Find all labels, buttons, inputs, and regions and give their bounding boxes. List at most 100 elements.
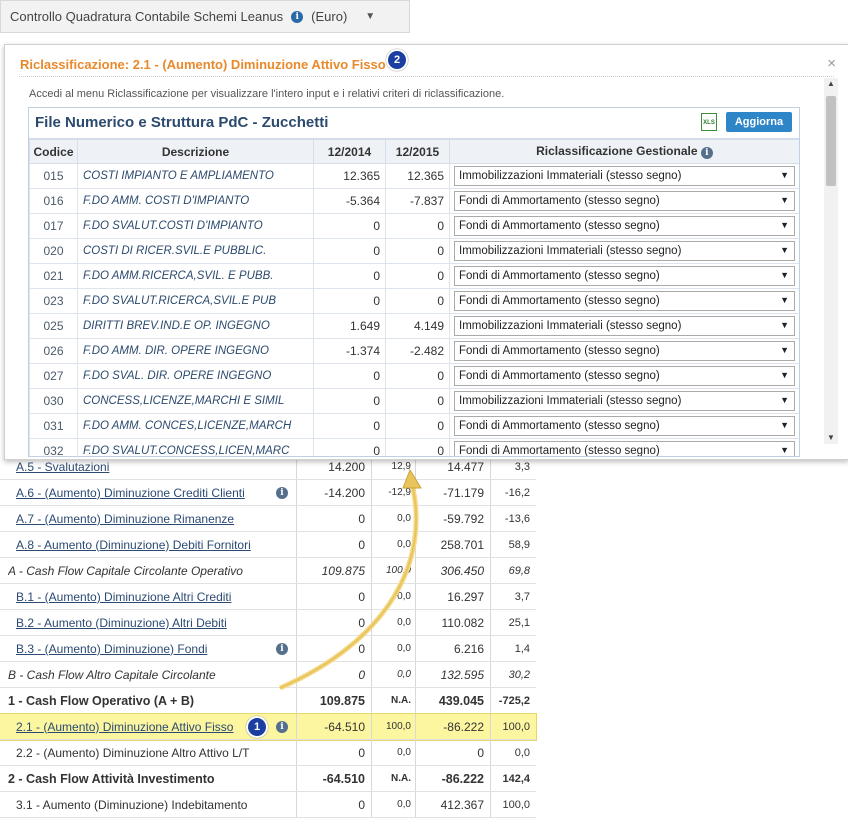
dropdown-arrow-icon[interactable]: ▼ bbox=[780, 345, 789, 355]
close-icon[interactable]: × bbox=[827, 55, 836, 72]
classification-select[interactable]: Fondi di Ammortamento (stesso segno) ▼ bbox=[454, 291, 795, 311]
value-2015: 0 bbox=[385, 238, 450, 264]
column-header-code[interactable]: Codice bbox=[29, 139, 78, 164]
row-link[interactable]: A.5 - Svalutazioni bbox=[16, 460, 296, 474]
classification-select[interactable]: Immobilizzazioni Immateriali (stesso seg… bbox=[454, 166, 795, 186]
cash-flow-row[interactable]: A.8 - Aumento (Diminuzione) Debiti Forni… bbox=[0, 532, 536, 558]
row-link[interactable]: B.1 - (Aumento) Diminuzione Altri Credit… bbox=[16, 590, 296, 604]
cash-flow-row[interactable]: B.1 - (Aumento) Diminuzione Altri Credit… bbox=[0, 584, 536, 610]
value-2014: 1.649 bbox=[313, 313, 386, 339]
classification-value: Fondi di Ammortamento (stesso segno) bbox=[459, 295, 660, 307]
classification-cell: Fondi di Ammortamento (stesso segno) ▼ bbox=[449, 338, 799, 364]
column-header-2014[interactable]: 12/2014 bbox=[313, 139, 386, 164]
row-link[interactable]: B.3 - (Aumento) Diminuzione) Fondi bbox=[16, 642, 276, 656]
value-2014: -64.510 bbox=[297, 766, 372, 791]
column-header-classification[interactable]: Riclassificazione Gestionale i bbox=[449, 139, 799, 164]
classification-cell: Immobilizzazioni Immateriali (stesso seg… bbox=[449, 313, 799, 339]
row-link[interactable]: A.8 - Aumento (Diminuzione) Debiti Forni… bbox=[16, 538, 296, 552]
table-row: 025 DIRITTI BREV.IND.E OP. INGEGNO 1.649 4.… bbox=[29, 313, 799, 339]
classification-select[interactable]: Immobilizzazioni Immateriali (stesso seg… bbox=[454, 316, 795, 336]
row-link[interactable]: B.2 - Aumento (Diminuzione) Altri Debiti bbox=[16, 616, 296, 630]
dropdown-arrow-icon[interactable]: ▼ bbox=[780, 245, 789, 255]
cash-flow-row[interactable]: B.3 - (Aumento) Diminuzione) Fondi i 0 0,0 6… bbox=[0, 636, 536, 662]
classification-select[interactable]: Fondi di Ammortamento (stesso segno) ▼ bbox=[454, 416, 795, 436]
table-row: 031 F.DO AMM. CONCES,LICENZE,MARCH 0 0 Fondi… bbox=[29, 413, 799, 439]
account-description: F.DO SVAL. DIR. OPERE INGEGNO bbox=[77, 363, 314, 389]
classification-cell: Fondi di Ammortamento (stesso segno) ▼ bbox=[449, 413, 799, 439]
percent-2015: 3,7 bbox=[514, 590, 530, 603]
dropdown-arrow-icon[interactable]: ▼ bbox=[780, 320, 789, 330]
row-description-cell: B - Cash Flow Altro Capitale Circolante bbox=[0, 662, 297, 687]
cash-flow-row[interactable]: A.7 - (Aumento) Diminuzione Rimanenze 0 0,… bbox=[0, 506, 536, 532]
percent-2014: 0,0 bbox=[372, 506, 416, 531]
classification-value: Fondi di Ammortamento (stesso segno) bbox=[459, 270, 660, 282]
info-icon[interactable]: i bbox=[276, 720, 288, 733]
scroll-down-icon[interactable]: ▼ bbox=[824, 432, 838, 444]
classification-select[interactable]: Fondi di Ammortamento (stesso segno) ▼ bbox=[454, 366, 795, 386]
cash-flow-row[interactable]: B.2 - Aumento (Diminuzione) Altri Debiti… bbox=[0, 610, 536, 636]
table-row: 020 COSTI DI RICER.SVIL.E PUBBLIC. 0 0 Immob… bbox=[29, 238, 799, 264]
account-description: F.DO SVALUT.COSTI D'IMPIANTO bbox=[77, 213, 314, 239]
classification-value: Fondi di Ammortamento (stesso segno) bbox=[459, 345, 660, 357]
classification-select[interactable]: Fondi di Ammortamento (stesso segno) ▼ bbox=[454, 341, 795, 361]
cash-flow-row[interactable]: 2.1 - (Aumento) Diminuzione Attivo Fisso… bbox=[0, 713, 537, 741]
dropdown-arrow-icon[interactable]: ▼ bbox=[780, 370, 789, 380]
dropdown-arrow-icon[interactable]: ▼ bbox=[780, 195, 789, 205]
value-2014: 109.875 bbox=[297, 688, 372, 713]
row-description-cell: 1 - Cash Flow Operativo (A + B) bbox=[0, 688, 297, 713]
classification-select[interactable]: Fondi di Ammortamento (stesso segno) ▼ bbox=[454, 191, 795, 211]
table-row: 032 F.DO SVALUT.CONCESS,LICEN,MARC 0 0 Fondi… bbox=[29, 438, 799, 456]
chevron-down-icon[interactable]: ▼ bbox=[365, 11, 375, 22]
report-selector-dropdown[interactable]: Controllo Quadratura Contabile Schemi Le… bbox=[0, 0, 410, 33]
row-description-cell: 2 - Cash Flow Attività Investimento bbox=[0, 766, 297, 791]
dropdown-arrow-icon[interactable]: ▼ bbox=[780, 445, 789, 455]
value-2014: -1.374 bbox=[313, 338, 386, 364]
table-row: 030 CONCESS,LICENZE,MARCHI E SIMIL 0 0 Immob… bbox=[29, 388, 799, 414]
value-2014: 109.875 bbox=[297, 558, 372, 583]
account-code: 031 bbox=[29, 413, 78, 439]
row-link[interactable]: A.7 - (Aumento) Diminuzione Rimanenze bbox=[16, 512, 296, 526]
cash-flow-row[interactable]: A.6 - (Aumento) Diminuzione Crediti Clie… bbox=[0, 480, 536, 506]
classification-select[interactable]: Fondi di Ammortamento (stesso segno) ▼ bbox=[454, 441, 795, 456]
row-description-cell: A - Cash Flow Capitale Circolante Operat… bbox=[0, 558, 297, 583]
scroll-thumb[interactable] bbox=[826, 96, 836, 186]
classification-select[interactable]: Fondi di Ammortamento (stesso segno) ▼ bbox=[454, 216, 795, 236]
info-icon[interactable]: i bbox=[700, 147, 713, 159]
cash-flow-row: 3.1 - Aumento (Diminuzione) Indebitament… bbox=[0, 792, 536, 818]
dropdown-arrow-icon[interactable]: ▼ bbox=[780, 395, 789, 405]
percent-2014: 0,0 bbox=[372, 636, 416, 661]
column-header-2015[interactable]: 12/2015 bbox=[385, 139, 450, 164]
dropdown-arrow-icon[interactable]: ▼ bbox=[780, 420, 789, 430]
dropdown-arrow-icon[interactable]: ▼ bbox=[780, 270, 789, 280]
classification-select[interactable]: Fondi di Ammortamento (stesso segno) ▼ bbox=[454, 266, 795, 286]
account-description: F.DO SVALUT.CONCESS,LICEN,MARC bbox=[77, 438, 314, 456]
classification-select[interactable]: Immobilizzazioni Immateriali (stesso seg… bbox=[454, 391, 795, 411]
scroll-up-icon[interactable]: ▲ bbox=[824, 78, 838, 90]
account-code: 016 bbox=[29, 188, 78, 214]
dropdown-arrow-icon[interactable]: ▼ bbox=[780, 170, 789, 180]
column-header-classification-label: Riclassificazione Gestionale bbox=[536, 144, 698, 158]
account-code: 015 bbox=[29, 163, 78, 189]
value-2015: 4.149 bbox=[385, 313, 450, 339]
classification-cell: Immobilizzazioni Immateriali (stesso seg… bbox=[449, 238, 799, 264]
accounts-table: Codice Descrizione 12/2014 12/2015 Ricla… bbox=[29, 139, 799, 456]
value-2015: 0 bbox=[385, 388, 450, 414]
column-header-description[interactable]: Descrizione bbox=[77, 139, 314, 164]
account-description: COSTI IMPIANTO E AMPLIAMENTO bbox=[77, 163, 314, 189]
excel-export-icon[interactable]: XLS bbox=[701, 113, 717, 131]
info-icon[interactable]: i bbox=[276, 642, 288, 655]
info-icon[interactable]: i bbox=[291, 10, 304, 23]
dropdown-arrow-icon[interactable]: ▼ bbox=[780, 220, 789, 230]
dropdown-arrow-icon[interactable]: ▼ bbox=[780, 295, 789, 305]
account-code: 025 bbox=[29, 313, 78, 339]
row-link[interactable]: 2.1 - (Aumento) Diminuzione Attivo Fisso bbox=[16, 720, 276, 734]
row-link[interactable]: A.6 - (Aumento) Diminuzione Crediti Clie… bbox=[16, 486, 276, 500]
value-2015: -71.179 bbox=[416, 480, 491, 505]
row-description-cell: A.7 - (Aumento) Diminuzione Rimanenze bbox=[0, 506, 297, 531]
info-icon[interactable]: i bbox=[276, 486, 288, 499]
classification-select[interactable]: Immobilizzazioni Immateriali (stesso seg… bbox=[454, 241, 795, 261]
dialog-scrollbar[interactable]: ▲ ▼ bbox=[824, 78, 838, 444]
cash-flow-table: A.5 - Svalutazioni 14.200 12,9 14.477 3,3 A.6… bbox=[0, 454, 537, 818]
row-description-cell: B.2 - Aumento (Diminuzione) Altri Debiti bbox=[0, 610, 297, 635]
refresh-button[interactable]: Aggiorna bbox=[726, 112, 792, 132]
